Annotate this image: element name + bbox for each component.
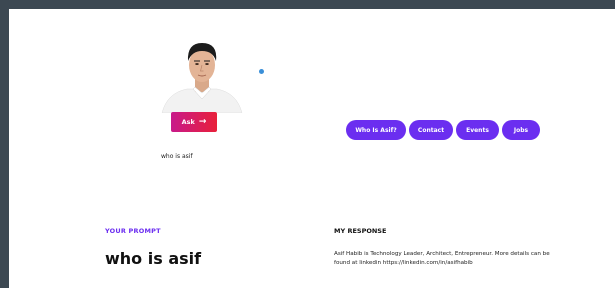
nav-button-jobs[interactable]: Jobs	[502, 120, 540, 140]
prompt-text: who is asif	[105, 249, 202, 268]
nav-bar: Who Is Asif? Contact Events Jobs	[346, 120, 540, 140]
avatar	[157, 33, 247, 113]
response-text: Asif Habib is Technology Leader, Archite…	[334, 251, 550, 266]
avatar-image	[157, 33, 247, 113]
nav-button-who-is-asif[interactable]: Who Is Asif?	[346, 120, 406, 140]
nav-button-events[interactable]: Events	[456, 120, 499, 140]
query-text: who is asif	[161, 153, 193, 160]
nav-button-contact[interactable]: Contact	[409, 120, 453, 140]
response-heading: MY RESPONSE	[334, 227, 387, 235]
ask-button[interactable]: Ask →	[171, 112, 217, 132]
page: Ask → who is asif Who Is Asif? Contact E…	[9, 9, 615, 288]
prompt-heading: YOUR PROMPT	[105, 227, 161, 235]
ask-button-label: Ask	[181, 118, 195, 126]
arrow-right-icon: →	[198, 116, 207, 127]
status-dot	[259, 69, 264, 74]
